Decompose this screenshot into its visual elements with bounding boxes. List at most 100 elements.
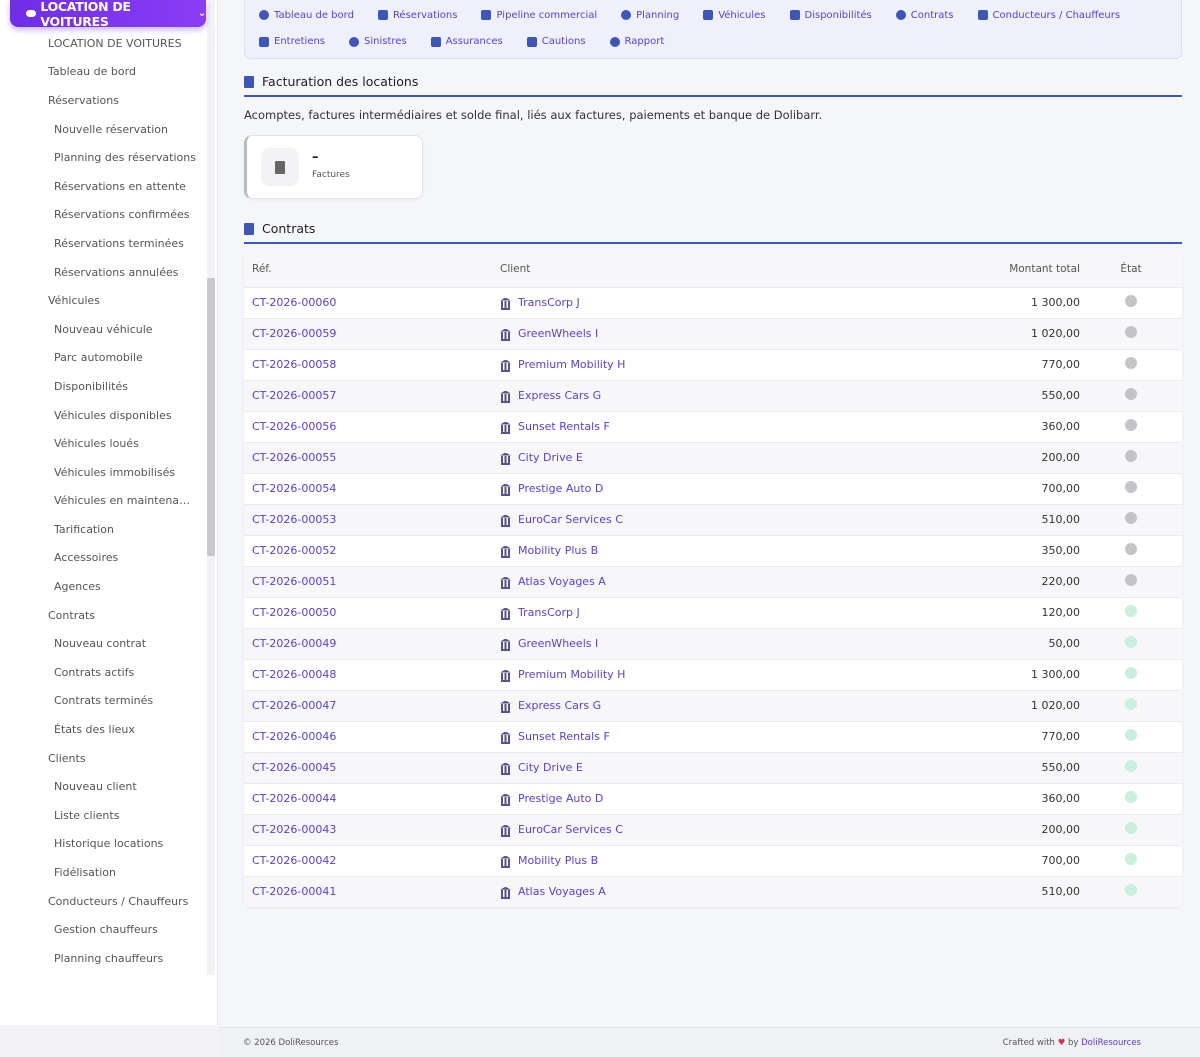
contract-ref-link[interactable]: CT-2026-00052 — [252, 544, 336, 557]
client-link[interactable]: TransCorp J — [500, 296, 920, 310]
contract-ref-link[interactable]: CT-2026-00042 — [252, 854, 336, 867]
contract-ref-link[interactable]: CT-2026-00050 — [252, 606, 336, 619]
topnav-link[interactable]: Tableau de bord — [259, 6, 354, 24]
sidebar-item[interactable]: Tarification — [0, 515, 205, 544]
sidebar-item[interactable]: Disponibilités — [0, 372, 205, 401]
client-link[interactable]: Premium Mobility H — [500, 358, 920, 372]
sidebar-item[interactable]: Clients — [0, 744, 205, 773]
sidebar-item[interactable]: Gestion chauffeurs — [0, 915, 205, 944]
contract-ref-link[interactable]: CT-2026-00055 — [252, 451, 336, 464]
footer-brand-link[interactable]: DoliResources — [1081, 1038, 1141, 1048]
column-header-ref[interactable]: Réf. — [244, 252, 500, 287]
contract-ref-link[interactable]: CT-2026-00047 — [252, 699, 336, 712]
topnav-link[interactable]: Réservations — [377, 6, 457, 24]
client-link[interactable]: Atlas Voyages A — [500, 575, 920, 589]
client-link[interactable]: Sunset Rentals F — [500, 730, 920, 744]
contract-ref-link[interactable]: CT-2026-00056 — [252, 420, 336, 433]
sidebar-item-label: Contrats actifs — [54, 665, 135, 679]
client-link[interactable]: City Drive E — [500, 761, 920, 775]
contract-ref-link[interactable]: CT-2026-00054 — [252, 482, 336, 495]
contract-ref-link[interactable]: CT-2026-00043 — [252, 823, 336, 836]
topnav-link[interactable]: Sinistres — [349, 33, 407, 51]
sidebar-item[interactable]: Contrats — [0, 601, 205, 630]
sidebar-item[interactable]: Fidélisation — [0, 858, 205, 887]
sidebar-item[interactable]: Conducteurs / Chauffeurs — [0, 887, 205, 916]
client-link[interactable]: EuroCar Services C — [500, 823, 920, 837]
sidebar-item[interactable]: Agences — [0, 572, 205, 601]
sidebar-item[interactable]: Nouveau contrat — [0, 629, 205, 658]
sidebar-item[interactable]: Nouveau véhicule — [0, 315, 205, 344]
client-link[interactable]: EuroCar Services C — [500, 513, 920, 527]
sidebar-item[interactable]: Nouvelle réservation — [0, 115, 205, 144]
client-link[interactable]: Prestige Auto D — [500, 482, 920, 496]
invoices-kpi-card[interactable]: – Factures — [244, 135, 423, 199]
sidebar-item[interactable]: Véhicules loués — [0, 429, 205, 458]
contract-ref-link[interactable]: CT-2026-00048 — [252, 668, 336, 681]
sidebar-item[interactable]: Véhicules disponibles — [0, 401, 205, 430]
column-header-amount[interactable]: Montant total — [920, 252, 1080, 287]
client-link[interactable]: Express Cars G — [500, 699, 920, 713]
sidebar-item[interactable]: Véhicules — [0, 286, 205, 315]
client-link[interactable]: Atlas Voyages A — [500, 885, 920, 899]
module-selector-button[interactable]: LOCATION DE VOITURES ⌄ — [10, 0, 206, 29]
topnav-link[interactable]: Cautions — [526, 33, 586, 51]
sidebar-item[interactable]: Nouveau client — [0, 772, 205, 801]
topnav-link[interactable]: Rapport — [609, 33, 664, 51]
client-link[interactable]: GreenWheels I — [500, 637, 920, 651]
topnav-link[interactable]: Entretiens — [259, 33, 325, 51]
client-link[interactable]: TransCorp J — [500, 606, 920, 620]
contract-ref-link[interactable]: CT-2026-00044 — [252, 792, 336, 805]
column-header-client[interactable]: Client — [500, 252, 920, 287]
contract-ref-link[interactable]: CT-2026-00046 — [252, 730, 336, 743]
bank-icon — [500, 670, 511, 682]
contract-ref-link[interactable]: CT-2026-00057 — [252, 389, 336, 402]
topnav-link[interactable]: Véhicules — [703, 6, 766, 24]
client-link[interactable]: Mobility Plus B — [500, 854, 920, 868]
footer-crafted-text: Crafted with — [1002, 1038, 1055, 1048]
sidebar-item[interactable]: Réservations — [0, 86, 205, 115]
topnav-link[interactable]: Disponibilités — [789, 6, 872, 24]
topnav-link[interactable]: Pipeline commercial — [481, 6, 597, 24]
sidebar-item[interactable]: Réservations terminées — [0, 229, 205, 258]
client-link[interactable]: Mobility Plus B — [500, 544, 920, 558]
topnav-link[interactable]: Contrats — [895, 6, 954, 24]
contract-ref-link[interactable]: CT-2026-00053 — [252, 513, 336, 526]
contract-ref-link[interactable]: CT-2026-00041 — [252, 885, 336, 898]
sidebar-item[interactable]: Contrats actifs — [0, 658, 205, 687]
cell-amount: 220,00 — [1041, 575, 1081, 588]
contract-ref-link[interactable]: CT-2026-00049 — [252, 637, 336, 650]
client-link[interactable]: Premium Mobility H — [500, 668, 920, 682]
topnav-link[interactable]: Assurances — [430, 33, 503, 51]
sidebar-item[interactable]: Parc automobile — [0, 344, 205, 373]
topnav-link[interactable]: Conducteurs / Chauffeurs — [977, 6, 1120, 24]
contract-ref-link[interactable]: CT-2026-00058 — [252, 358, 336, 371]
contract-ref-link[interactable]: CT-2026-00059 — [252, 327, 336, 340]
sidebar-item[interactable]: Véhicules en maintenan… — [0, 487, 205, 516]
client-link[interactable]: Prestige Auto D — [500, 792, 920, 806]
sidebar-item[interactable]: Historique locations — [0, 830, 205, 859]
client-link[interactable]: Sunset Rentals F — [500, 420, 920, 434]
sidebar-item[interactable]: Planning des réservations — [0, 143, 205, 172]
client-link[interactable]: Express Cars G — [500, 389, 920, 403]
cell-amount: 360,00 — [1041, 792, 1081, 805]
client-link[interactable]: City Drive E — [500, 451, 920, 465]
sidebar-item[interactable]: Réservations en attente — [0, 172, 205, 201]
sidebar-item[interactable]: Réservations confirmées — [0, 201, 205, 230]
sidebar-item[interactable]: Véhicules immobilisés — [0, 458, 205, 487]
topnav-link[interactable]: Planning — [621, 6, 679, 24]
contract-ref-link[interactable]: CT-2026-00060 — [252, 296, 336, 309]
sidebar-item[interactable]: Contrats terminés — [0, 687, 205, 716]
sidebar-item[interactable]: Réservations annulées — [0, 258, 205, 287]
sidebar-item[interactable]: Tableau de bord — [0, 58, 205, 87]
contract-ref-link[interactable]: CT-2026-00045 — [252, 761, 336, 774]
column-header-state[interactable]: État — [1080, 252, 1182, 287]
client-link[interactable]: GreenWheels I — [500, 327, 920, 341]
sidebar-item-label: Véhicules loués — [54, 437, 139, 451]
sidebar-item[interactable]: Liste clients — [0, 801, 205, 830]
sidebar-scrollbar-thumb[interactable] — [207, 278, 215, 556]
sidebar-item[interactable]: Planning chauffeurs — [0, 944, 205, 973]
sidebar-item[interactable]: États des lieux — [0, 715, 205, 744]
sidebar-item[interactable]: Accessoires — [0, 544, 205, 573]
contract-ref-link[interactable]: CT-2026-00051 — [252, 575, 336, 588]
sidebar-item[interactable]: LOCATION DE VOITURES — [0, 29, 205, 58]
